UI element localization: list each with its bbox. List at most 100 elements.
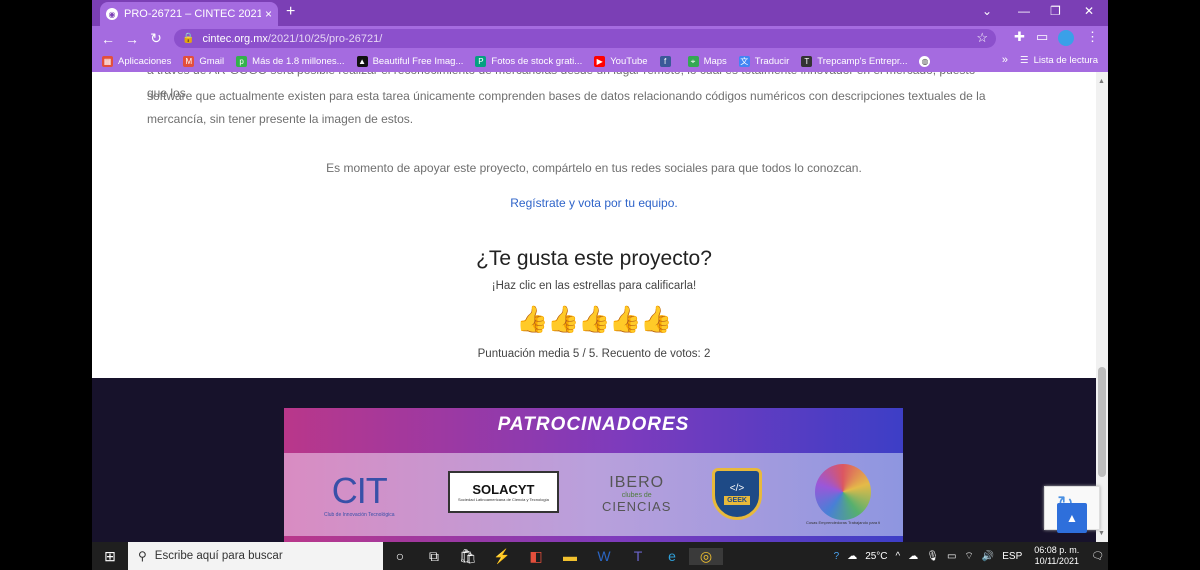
edge-icon[interactable]: e	[655, 548, 689, 564]
search-icon: ⚲	[138, 549, 147, 563]
sponsor-solacyt-logo[interactable]: SOLACYT Sociedad Latinoamericana de Cien…	[448, 471, 559, 513]
system-tray: ? ☁ 25°C ^ ☁ 🎙 ▭ ⌔ 🔊 ESP 06:08 p. m. 10/…	[830, 542, 1108, 570]
url-host: cintec.org.mx	[202, 32, 268, 45]
geek-shield-icon: </> GEEK	[712, 468, 762, 520]
back-to-top-button[interactable]: ▲	[1057, 503, 1087, 533]
language-indicator[interactable]: ESP	[1002, 551, 1022, 562]
apps-grid-icon: ▦	[102, 56, 113, 67]
bookmarks-bar: ▦ Aplicaciones M Gmail p Más de 1.8 millone…	[92, 51, 1108, 72]
thumbs-up-icon[interactable]: 👍	[640, 304, 672, 334]
bookmark-trepcamp[interactable]: T Trepcamp's Entrepr...	[801, 56, 907, 67]
file-explorer-icon[interactable]: ▬	[553, 548, 587, 564]
task-view-icon[interactable]: ⧉	[417, 548, 451, 565]
profile-avatar[interactable]	[1058, 30, 1074, 46]
wifi-icon[interactable]: ⌔	[964, 550, 973, 563]
help-icon[interactable]: ?	[834, 551, 840, 562]
weather-cloud-icon[interactable]: ☁	[847, 551, 857, 562]
tab-search-chevron-icon[interactable]: ⌄	[982, 4, 992, 18]
description-paragraph-line2: software que actualmente existen para es…	[147, 89, 986, 103]
chevron-up-icon: ▲	[1066, 511, 1078, 525]
more-bookmarks-button[interactable]: »	[1002, 54, 1008, 66]
maps-icon: ⌖	[687, 56, 699, 67]
sponsor-cit-logo[interactable]: CIT Club de Innovación Tecnológica	[324, 463, 395, 525]
thumbs-up-icon[interactable]: 👍	[547, 304, 579, 334]
thumbs-up-icon[interactable]: 👍	[578, 304, 610, 334]
unsplash-icon: ▲	[356, 56, 368, 67]
notifications-icon[interactable]: 🗨	[1091, 551, 1104, 562]
back-arrow-icon[interactable]: ←	[96, 31, 120, 47]
teams-icon[interactable]: T	[621, 548, 655, 564]
browser-window: ◉ PRO-26721 – CINTEC 2021 × + ⌄ — ❐ ✕ ← …	[92, 0, 1108, 570]
office-icon[interactable]: ◧	[519, 548, 553, 565]
sponsors-title: PATROCINADORES	[497, 414, 690, 435]
register-link[interactable]: Regístrate	[510, 196, 565, 210]
page-scrollbar[interactable]: ▲ ▼	[1096, 72, 1108, 542]
translate-icon: 文	[738, 56, 750, 67]
bookmark-facebook[interactable]: f	[659, 56, 676, 67]
extensions-puzzle-icon[interactable]: ✚	[1014, 29, 1025, 45]
store-icon[interactable]: 🛍	[451, 548, 485, 565]
minimize-button[interactable]: —	[1018, 4, 1030, 18]
bookmark-px[interactable]: p Más de 1.8 millones...	[236, 56, 345, 67]
bookmark-maps[interactable]: ⌖ Maps	[687, 56, 727, 67]
restore-button[interactable]: ❐	[1050, 4, 1061, 18]
tray-chevron-up-icon[interactable]: ^	[896, 551, 901, 562]
youtube-icon: ▶	[594, 56, 606, 67]
taskbar-search-input[interactable]: ⚲ Escribe aquí para buscar	[128, 542, 383, 570]
cintec-favicon-icon: ◉	[106, 8, 118, 20]
bookmark-star-icon[interactable]: ☆	[976, 30, 988, 46]
page-content: a través de AR-GOGO será posible realiza…	[92, 72, 1096, 378]
new-tab-button[interactable]: +	[286, 3, 295, 21]
rating-title: ¿Te gusta este proyecto?	[476, 247, 712, 270]
url-path: /2021/10/25/pro-26721/	[267, 32, 383, 45]
reading-list-icon: ☰	[1020, 55, 1029, 66]
bookmark-pexels[interactable]: P Fotos de stock grati...	[475, 56, 582, 67]
thumbs-up-icon[interactable]: 👍	[516, 304, 548, 334]
word-icon[interactable]: W	[587, 548, 621, 564]
volume-icon[interactable]: 🔊	[982, 551, 994, 562]
thumbs-up-icon[interactable]: 👍	[609, 304, 641, 334]
battery-icon[interactable]: ▭	[947, 551, 956, 562]
rating-subtitle: ¡Haz clic en las estrellas para califica…	[491, 280, 697, 292]
rating-summary: Puntuación media 5 / 5. Recuento de voto…	[477, 348, 711, 360]
weather-temp[interactable]: 25°C	[865, 551, 887, 562]
forward-arrow-icon[interactable]: →	[120, 31, 144, 47]
sponsor-ibero-logo[interactable]: IBERO clubes de CIENCIAS	[602, 463, 671, 525]
bookmark-youtube[interactable]: ▶ YouTube	[594, 56, 648, 67]
windows-start-icon[interactable]: ⊞	[92, 548, 128, 565]
clock[interactable]: 06:08 p. m. 10/11/2021	[1034, 545, 1079, 567]
scroll-down-arrow-icon[interactable]: ▼	[1098, 530, 1105, 537]
cast-icon[interactable]: ▭	[1036, 29, 1048, 45]
scroll-up-arrow-icon[interactable]: ▲	[1098, 78, 1105, 85]
lock-icon: 🔒	[182, 33, 195, 44]
bookmark-gmail[interactable]: M Gmail	[183, 56, 224, 67]
gmail-icon: M	[183, 56, 195, 67]
cortana-circle-icon[interactable]: ○	[383, 548, 417, 564]
reload-icon[interactable]: ↻	[144, 30, 168, 47]
reading-list-button[interactable]: ☰ Lista de lectura	[1020, 55, 1098, 66]
scrollbar-thumb[interactable]	[1098, 367, 1106, 477]
px-icon: p	[236, 56, 248, 67]
address-bar[interactable]: 🔒 cintec.org.mx/2021/10/25/pro-26721/ ☆	[174, 29, 996, 48]
title-bar: ◉ PRO-26721 – CINTEC 2021 × + ⌄ — ❐ ✕	[92, 0, 1108, 26]
menu-kebab-icon[interactable]: ⋮	[1086, 29, 1099, 45]
globe-icon: ◍	[919, 56, 931, 67]
sponsors-banner: PATROCINADORES CIT Club de Innovación Te…	[284, 408, 903, 542]
close-window-button[interactable]: ✕	[1084, 4, 1094, 18]
description-paragraph-line3: mercancía, sin tener presente la imagen …	[147, 112, 414, 126]
chrome-icon[interactable]: ◎	[689, 547, 723, 565]
windows-taskbar: ⊞ ⚲ Escribe aquí para buscar ○ ⧉ 🛍 ⚡ ◧ ▬…	[92, 542, 1108, 570]
register-vote-line: Regístrate y vota por tu equipo.	[92, 196, 1096, 210]
bookmark-unsplash[interactable]: ▲ Beautiful Free Imag...	[356, 56, 463, 67]
tab-close-icon[interactable]: ×	[265, 7, 272, 21]
bookmark-apps[interactable]: ▦ Aplicaciones	[102, 56, 171, 67]
bookmark-globe[interactable]: ◍	[919, 56, 935, 67]
sponsor-geek-logo[interactable]: </> GEEK	[712, 463, 762, 525]
bookmark-translate[interactable]: 文 Traducir	[738, 56, 789, 67]
onedrive-icon[interactable]: ☁	[908, 551, 918, 562]
microphone-icon[interactable]: 🎙	[926, 551, 939, 562]
winamp-icon[interactable]: ⚡	[485, 548, 519, 565]
sponsor-circle-logo[interactable]: Cosas Emprendedoras Trabajando para ti	[806, 463, 880, 525]
vote-link[interactable]: y vota por tu equipo.	[569, 196, 678, 210]
tab-active[interactable]: ◉ PRO-26721 – CINTEC 2021 ×	[100, 2, 278, 26]
